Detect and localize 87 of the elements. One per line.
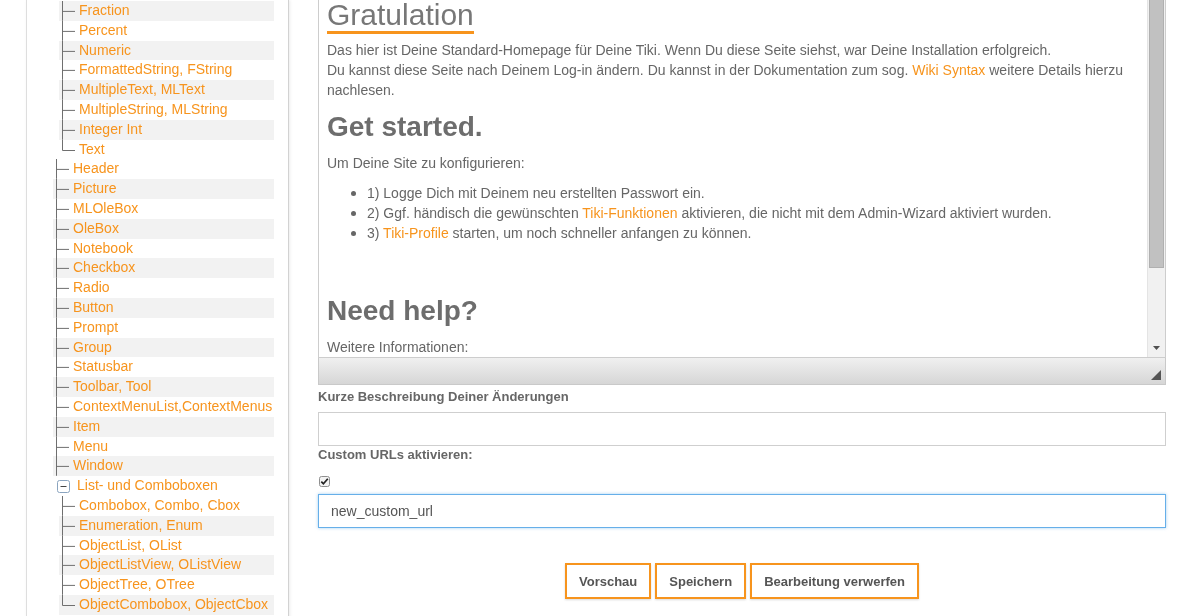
save-button[interactable]: Speichern	[655, 563, 747, 599]
tree-connector-icon	[56, 238, 69, 259]
inline-link[interactable]: Tiki-Funktionen	[582, 205, 678, 221]
url-input-field[interactable]: new_custom_url	[318, 494, 1166, 528]
tree-connector-icon	[56, 317, 69, 338]
tree-link[interactable]: Fraction	[79, 1, 130, 21]
tree-connector-icon	[56, 416, 69, 437]
tree-link[interactable]: Picture	[73, 179, 117, 199]
tree-connector-icon	[62, 535, 75, 556]
tree-link[interactable]: Checkbox	[73, 258, 136, 279]
tree-link[interactable]: ObjectTree, OTree	[79, 575, 195, 595]
tree-connector-icon	[56, 159, 69, 180]
tree-connector-icon	[56, 258, 69, 279]
tree-link[interactable]: ObjectCombobox, ObjectCbox	[79, 594, 269, 615]
list-item-text: 2) Ggf. händisch die gewünschten Tiki-Funktionen aktivieren, die nicht mit dem Admin-Wizard aktiviert wurden.	[367, 204, 1052, 223]
tree-connector-icon	[56, 357, 69, 378]
tree-link[interactable]: Integer Int	[79, 119, 143, 140]
tree-connector-icon	[56, 456, 69, 477]
checkbox[interactable]	[319, 476, 330, 487]
tree-connector-icon	[62, 515, 75, 536]
tree-link[interactable]: Toolbar, Tool	[73, 377, 152, 397]
body-text: Das hier ist Deine Standard-Homepage für Deine Tiki. Wenn Du diese Seite siehst, war Deine Installation erfolgreich.	[327, 41, 1052, 60]
tree-link[interactable]: Group	[73, 337, 112, 358]
tree-connector-icon	[62, 60, 75, 81]
scroll-down-arrow-icon[interactable]	[1153, 346, 1160, 350]
page-title: Gratulation	[327, 0, 474, 34]
tree-connector-icon	[56, 198, 69, 219]
tree-link[interactable]: Numeric	[79, 40, 132, 61]
tree-connector-icon	[56, 436, 69, 457]
tree-link[interactable]: MultipleText, MLText	[79, 80, 205, 100]
tree-connector-icon	[62, 100, 75, 120]
body-text: Weitere Informationen:	[327, 338, 469, 357]
inline-link[interactable]: Tiki-Profile	[383, 225, 449, 241]
tree-link[interactable]: Notebook	[73, 238, 133, 259]
bullet-icon	[351, 230, 356, 236]
tree-link[interactable]: List- und Comboboxen	[77, 476, 218, 496]
tree-link[interactable]: ContextMenuList,ContextMenus	[73, 396, 273, 417]
tree-link[interactable]: Enumeration, Enum	[79, 515, 203, 536]
tree-link[interactable]: Combobox, Combo, Cbox	[79, 495, 241, 516]
tree-link[interactable]: MLOleBox	[73, 198, 139, 219]
tree-link[interactable]: MultipleString, MLString	[79, 100, 228, 120]
resize-grip-icon[interactable]	[1151, 370, 1161, 380]
preview-button[interactable]: Vorschau	[565, 563, 652, 599]
tree-link[interactable]: Radio	[73, 278, 110, 298]
tree-connector-icon	[62, 20, 75, 41]
tree-connector-icon	[56, 377, 69, 397]
scrollbar[interactable]	[1147, 0, 1165, 357]
tree-connector-icon	[62, 1, 75, 21]
bullet-icon	[351, 210, 356, 216]
editor-textarea[interactable]	[318, 0, 1166, 358]
list-item-text: 1) Logge Dich mit Deinem neu erstellten Passwort ein.	[367, 184, 705, 203]
tree-connector-icon	[56, 179, 69, 199]
tree-link[interactable]: Item	[73, 416, 101, 437]
tree-link[interactable]: ObjectListView, OListView	[79, 555, 242, 576]
summary-input-field[interactable]	[318, 412, 1166, 446]
section-heading: Need help?	[327, 294, 478, 328]
tree-link[interactable]: Text	[79, 139, 105, 160]
tree-connector-icon	[62, 40, 75, 61]
body-text: Um Deine Site zu konfigurieren:	[327, 154, 525, 173]
tree-connector-icon	[56, 297, 69, 318]
inline-link[interactable]: Wiki Syntax	[912, 62, 986, 78]
tree-connector-icon	[62, 80, 75, 100]
tree-link[interactable]: Prompt	[73, 317, 119, 338]
tree-connector-icon	[56, 337, 69, 358]
tree-link[interactable]: Button	[73, 297, 114, 318]
tree-link[interactable]: Menu	[73, 436, 109, 457]
tree-link[interactable]: OleBox	[73, 218, 119, 239]
section-heading: Get started.	[327, 110, 483, 144]
tree-connector-icon	[62, 495, 75, 516]
tree-connector-icon	[56, 278, 69, 298]
tree-link[interactable]: Window	[73, 456, 123, 477]
tree-link[interactable]: Percent	[79, 20, 128, 41]
body-text: Du kannst diese Seite nach Deinem Log-in ändern. Du kannst in der Dokumentation zum sog. Wiki Syntax weitere Details hierzu nachlesen.	[327, 61, 1125, 100]
tree-link[interactable]: FormattedString, FString	[79, 60, 233, 81]
bullet-icon	[351, 190, 356, 196]
field-label: Custom URLs aktivieren:	[318, 446, 473, 464]
tree-connector-icon	[62, 555, 75, 576]
tree-link[interactable]: Statusbar	[73, 357, 133, 378]
tree-connector-icon	[56, 218, 69, 239]
tree-link[interactable]: Header	[73, 159, 119, 180]
list-item-text: 3) Tiki-Profile starten, um noch schneller anfangen zu können.	[367, 224, 752, 243]
field-label: Kurze Beschreibung Deiner Änderungen	[318, 388, 569, 406]
tree-connector-icon	[56, 396, 69, 417]
discard-button[interactable]: Bearbeitung verwerfen	[750, 563, 919, 599]
minus-box-icon[interactable]	[57, 479, 70, 493]
scrollbar-thumb[interactable]	[1149, 0, 1164, 268]
tree-link[interactable]: ObjectList, OList	[79, 535, 182, 556]
